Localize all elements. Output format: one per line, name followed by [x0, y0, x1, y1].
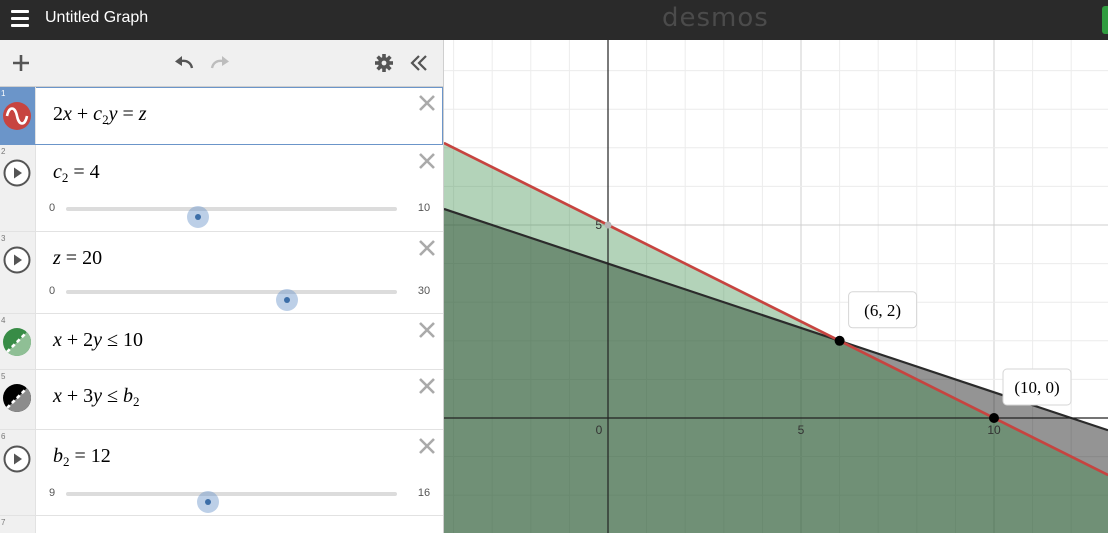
expression-math[interactable]: c2 = 4: [53, 161, 100, 186]
x-tick-label: 10: [987, 423, 1001, 437]
expression-row[interactable]: 3 z = 20 0 30: [0, 232, 443, 314]
collapse-icon[interactable]: [406, 50, 432, 76]
undo-icon[interactable]: [171, 50, 197, 76]
delete-icon[interactable]: [417, 376, 437, 396]
expression-math[interactable]: z = 20: [53, 247, 102, 270]
intercept-point: [604, 221, 612, 229]
slider-track[interactable]: [66, 206, 397, 228]
graph-paper[interactable]: 0 5 10 5 (6, 2) (10, 0): [444, 40, 1108, 533]
expression-index: 6: [1, 432, 6, 441]
expression-list: 1 2x + c2y = z 2 c2 = 4 0 10 3 z = 20 0 …: [0, 40, 444, 533]
expression-index: 2: [1, 147, 6, 156]
slider-min[interactable]: 9: [44, 487, 60, 499]
slider[interactable]: 0 10: [44, 199, 435, 228]
expression-math[interactable]: b2 = 12: [53, 445, 111, 470]
inequality-style-icon[interactable]: [2, 327, 32, 357]
expression-index: 3: [1, 234, 6, 243]
inequality-style-icon[interactable]: [2, 383, 32, 413]
top-bar: Untitled Graph desmos: [0, 0, 1108, 40]
add-icon[interactable]: [8, 50, 34, 76]
expression-index: 7: [1, 518, 6, 527]
expression-row[interactable]: 2 c2 = 4 0 10: [0, 145, 443, 232]
settings-icon[interactable]: [371, 50, 397, 76]
point-marker: [834, 335, 845, 346]
expression-math[interactable]: 2x + c2y = z: [53, 103, 147, 128]
delete-icon[interactable]: [417, 320, 437, 340]
redo-icon[interactable]: [207, 50, 233, 76]
expression-row-empty[interactable]: 7: [0, 516, 443, 533]
expression-row[interactable]: 6 b2 = 12 9 16: [0, 430, 443, 516]
delete-icon[interactable]: [417, 93, 437, 113]
slider-handle[interactable]: [187, 206, 210, 228]
expression-toolbar: [0, 40, 443, 87]
play-icon[interactable]: [2, 245, 32, 275]
x-tick-label: 5: [798, 423, 805, 437]
expression-math[interactable]: x +3y ≤ b2: [53, 385, 140, 410]
x-tick-label: 0: [596, 423, 603, 437]
graph-style-icon[interactable]: [2, 101, 32, 131]
delete-icon[interactable]: [417, 436, 437, 456]
delete-icon[interactable]: [417, 238, 437, 258]
expression-index: 5: [1, 372, 6, 381]
save-button[interactable]: [1102, 6, 1108, 34]
slider[interactable]: 9 16: [44, 484, 435, 513]
slider[interactable]: 0 30: [44, 282, 435, 311]
slider-max[interactable]: 30: [413, 285, 435, 297]
y-tick-label: 5: [595, 218, 602, 232]
inequality-region-green: [444, 143, 1108, 533]
slider-max[interactable]: 16: [413, 487, 435, 499]
slider-min[interactable]: 0: [44, 285, 60, 297]
slider-track[interactable]: [66, 289, 397, 311]
play-icon[interactable]: [2, 444, 32, 474]
slider-handle[interactable]: [196, 491, 219, 513]
brand-logo: desmos: [662, 3, 769, 33]
expression-index: 4: [1, 316, 6, 325]
play-icon[interactable]: [2, 158, 32, 188]
expression-math[interactable]: x +2y ≤10: [53, 329, 143, 352]
graph-title[interactable]: Untitled Graph: [45, 9, 148, 27]
expression-row[interactable]: 5 x +3y ≤ b2: [0, 370, 443, 430]
point-marker: [989, 413, 999, 423]
slider-min[interactable]: 0: [44, 202, 60, 214]
expression-row[interactable]: 4 x +2y ≤10: [0, 314, 443, 370]
expression-index: 1: [1, 89, 6, 98]
graph-canvas[interactable]: 0 5 10 5 (6, 2) (10, 0): [444, 40, 1108, 533]
slider-max[interactable]: 10: [413, 202, 435, 214]
menu-icon[interactable]: [11, 10, 29, 27]
delete-icon[interactable]: [417, 151, 437, 171]
slider-handle[interactable]: [275, 289, 298, 311]
point-label: (6, 2): [864, 301, 901, 320]
point-label: (10, 0): [1014, 378, 1059, 397]
expression-row[interactable]: 1 2x + c2y = z: [0, 87, 443, 145]
slider-track[interactable]: [66, 491, 397, 513]
